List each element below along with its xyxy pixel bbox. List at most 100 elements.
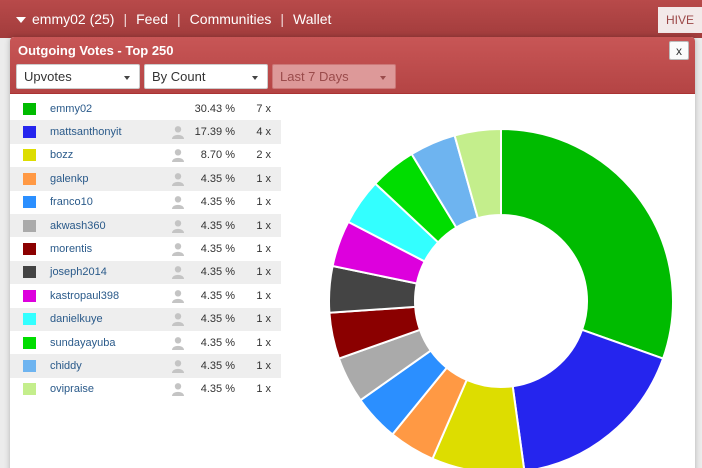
vote-count: 1 x <box>256 383 271 396</box>
nav-communities-link[interactable]: Communities <box>190 11 272 27</box>
vote-count: 1 x <box>256 172 271 185</box>
person-icon <box>172 243 184 257</box>
panel-header: Outgoing Votes - Top 250 x Upvotes By Co… <box>10 37 695 94</box>
top-nav: emmy02 (25) | Feed | Communities | Walle… <box>0 11 331 27</box>
color-swatch <box>23 219 36 232</box>
table-row: ovipraise 4.35 % 1 x <box>10 378 281 401</box>
voter-name-link[interactable]: joseph2014 <box>50 266 107 278</box>
vote-count: 2 x <box>256 149 271 162</box>
color-swatch <box>23 196 36 209</box>
donut-slice-emmy02[interactable] <box>500 127 674 360</box>
vote-type-select[interactable]: Upvotes <box>16 64 140 89</box>
table-row: akwash360 4.35 % 1 x <box>10 213 281 238</box>
color-swatch <box>23 172 36 185</box>
table-row: chiddy 4.35 % 1 x <box>10 354 281 378</box>
color-swatch <box>23 243 36 256</box>
vote-count: 1 x <box>256 359 271 372</box>
caret-down-icon <box>252 76 258 80</box>
voter-name-link[interactable]: ovipraise <box>50 383 94 395</box>
vote-count: 1 x <box>256 336 271 349</box>
person-icon <box>172 266 184 280</box>
time-range-select: Last 7 Days <box>272 64 396 89</box>
voter-name-link[interactable]: danielkuye <box>50 313 103 325</box>
person-icon <box>172 149 184 163</box>
votes-donut-chart <box>328 127 674 468</box>
outgoing-votes-panel: Outgoing Votes - Top 250 x Upvotes By Co… <box>10 37 695 468</box>
voter-name-link[interactable]: bozz <box>50 149 73 161</box>
color-swatch <box>23 313 36 326</box>
sort-mode-value: By Count <box>152 69 206 84</box>
color-swatch <box>23 289 36 302</box>
nav-feed-link[interactable]: Feed <box>136 11 168 27</box>
close-icon: x <box>676 43 682 58</box>
vote-percent: 8.70 % <box>200 149 235 162</box>
table-row: danielkuye 4.35 % 1 x <box>10 307 281 331</box>
vote-percent: 4.35 % <box>200 383 235 396</box>
table-row: emmy02 30.43 % 7 x <box>10 97 281 120</box>
table-row: joseph2014 4.35 % 1 x <box>10 260 281 285</box>
nav-separator: | <box>177 11 181 27</box>
vote-count: 1 x <box>256 266 271 279</box>
person-icon <box>172 172 184 186</box>
table-row: mattsanthonyit 17.39 % 4 x <box>10 120 281 144</box>
voter-name-link[interactable]: galenkp <box>50 173 89 185</box>
person-icon <box>172 219 184 233</box>
nav-user-link[interactable]: emmy02 (25) <box>32 11 114 27</box>
vote-percent: 17.39 % <box>194 126 235 139</box>
color-swatch <box>23 149 36 162</box>
person-icon <box>172 196 184 210</box>
donut-slice-mattsanthonyit[interactable] <box>511 328 665 468</box>
hive-button[interactable]: HIVE <box>658 7 702 33</box>
vote-percent: 4.35 % <box>200 313 235 326</box>
table-row: sundayayuba 4.35 % 1 x <box>10 331 281 354</box>
time-range-value: Last 7 Days <box>280 69 349 84</box>
person-icon <box>172 383 184 397</box>
color-swatch <box>23 102 36 115</box>
vote-count: 7 x <box>256 102 271 115</box>
person-icon <box>172 126 184 140</box>
voter-name-link[interactable]: emmy02 <box>50 103 92 115</box>
voter-name-link[interactable]: chiddy <box>50 360 82 372</box>
vote-count: 1 x <box>256 196 271 209</box>
vote-percent: 4.35 % <box>200 243 235 256</box>
panel-title: Outgoing Votes - Top 250 <box>18 43 174 58</box>
voter-name-link[interactable]: akwash360 <box>50 220 106 232</box>
vote-percent: 4.35 % <box>200 336 235 349</box>
person-icon <box>172 313 184 327</box>
nav-separator: | <box>123 11 128 27</box>
close-button[interactable]: x <box>669 41 689 60</box>
voter-name-link[interactable]: morentis <box>50 243 92 255</box>
vote-percent: 4.35 % <box>200 172 235 185</box>
table-row: kastropaul398 4.35 % 1 x <box>10 284 281 307</box>
color-swatch <box>23 383 36 396</box>
nav-wallet-link[interactable]: Wallet <box>293 11 331 27</box>
voter-name-link[interactable]: sundayayuba <box>50 337 115 349</box>
vote-count: 1 x <box>256 289 271 302</box>
color-swatch <box>23 126 36 139</box>
voter-name-link[interactable]: franco10 <box>50 196 93 208</box>
vote-percent: 4.35 % <box>200 289 235 302</box>
person-icon <box>172 289 184 303</box>
caret-down-icon <box>380 76 386 80</box>
sort-mode-select[interactable]: By Count <box>144 64 268 89</box>
vote-count: 4 x <box>256 126 271 139</box>
voter-name-link[interactable]: mattsanthonyit <box>50 126 122 138</box>
vote-count: 1 x <box>256 219 271 232</box>
vote-percent: 30.43 % <box>194 102 235 115</box>
voter-name-link[interactable]: kastropaul398 <box>50 290 119 302</box>
vote-percent: 4.35 % <box>200 266 235 279</box>
vote-count: 1 x <box>256 243 271 256</box>
caret-down-icon[interactable] <box>16 17 26 23</box>
color-swatch <box>23 266 36 279</box>
votes-table: emmy02 30.43 % 7 x mattsanthonyit 17.39 % 4 x… <box>10 97 281 401</box>
color-swatch <box>23 359 36 372</box>
nav-separator: | <box>280 11 285 27</box>
table-row: galenkp 4.35 % 1 x <box>10 167 281 191</box>
table-row: morentis 4.35 % 1 x <box>10 237 281 260</box>
table-row: bozz 8.70 % 2 x <box>10 144 281 167</box>
vote-percent: 4.35 % <box>200 196 235 209</box>
vote-percent: 4.35 % <box>200 359 235 372</box>
person-icon <box>172 336 184 350</box>
caret-down-icon <box>124 76 130 80</box>
vote-percent: 4.35 % <box>200 219 235 232</box>
